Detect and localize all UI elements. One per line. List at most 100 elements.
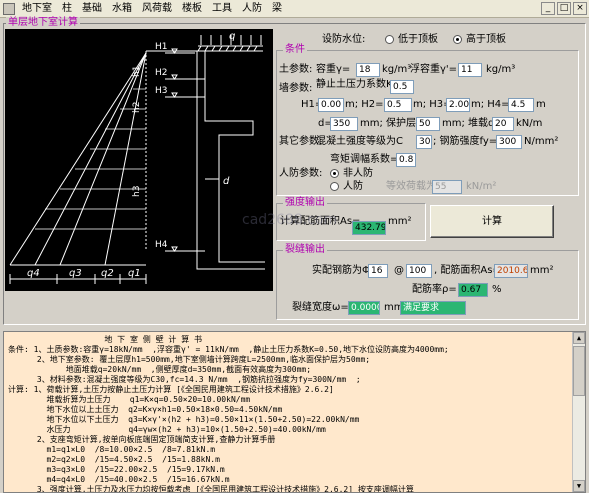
- report-line: 地 下 室 侧 壁 计 算 书: [8, 335, 203, 344]
- water-level-low-radio[interactable]: [385, 35, 394, 44]
- concrete-input[interactable]: 30: [416, 135, 432, 149]
- strength-title: 强度输出: [283, 197, 327, 209]
- minimize-button[interactable]: _: [541, 2, 555, 15]
- earth-coef-input[interactable]: 0.5: [390, 80, 414, 94]
- report-scrollbar[interactable]: ▲ ▼: [572, 332, 585, 492]
- unit-weight-label: 容重γ=: [316, 64, 351, 75]
- cover-input[interactable]: 50: [416, 117, 440, 131]
- moment-input[interactable]: 0.8: [396, 153, 416, 167]
- non-civil-defense-radio[interactable]: [330, 169, 339, 178]
- label-H4: H4: [155, 240, 168, 250]
- scroll-up-icon[interactable]: ▲: [573, 332, 585, 344]
- wall-label: 墙参数:: [279, 83, 313, 94]
- at-label: @: [394, 265, 404, 276]
- crack-width-output: 0.0000: [348, 301, 380, 315]
- report-line: 计算: 1、荷载计算,土压力按静止土压力计算 [《全国民用建筑工程设计技术措施》…: [8, 385, 334, 394]
- report-line: m3=q3×L0 /15=22.00×2.5 /15=9.17kN.m: [8, 465, 225, 474]
- equiv-label: 等效荷载为: [386, 181, 436, 192]
- label-h2: h2: [132, 102, 142, 113]
- ratio-output: 0.67: [458, 283, 488, 297]
- buoyant-input[interactable]: 11: [458, 63, 482, 77]
- calculate-button[interactable]: 计算: [430, 205, 554, 238]
- report-textarea[interactable]: 地 下 室 侧 壁 计 算 书 条件: 1、土质参数:容重γ=18kN/mm ,…: [3, 331, 586, 493]
- label-h3: h3: [132, 186, 142, 197]
- h4-input[interactable]: 4.5: [508, 98, 534, 112]
- bar-spacing-input[interactable]: 100: [406, 264, 432, 278]
- buoyant-unit: kg/m³: [486, 64, 516, 75]
- h2-input[interactable]: 0.5: [384, 98, 412, 112]
- menu-item-foundation[interactable]: 基础: [77, 1, 107, 17]
- bar-diameter-input[interactable]: 16: [368, 264, 388, 278]
- crack-title: 裂缝输出: [283, 244, 327, 256]
- report-line: 3、材料参数:混凝土强度等级为C30,fc=14.3 N/mm ,钢筋抗拉强度为…: [8, 375, 361, 384]
- earth-coef-label: 静止土压力系数K=: [316, 79, 401, 90]
- scroll-down-icon[interactable]: ▼: [573, 480, 585, 492]
- menu-item-tools[interactable]: 工具: [207, 1, 237, 17]
- h4-unit: m: [536, 99, 546, 110]
- watermark: cad2688.com: [242, 212, 338, 228]
- crack-area-unit: mm²: [530, 265, 554, 276]
- report-line: 3、强度计算,土压力及水压力均按恒载考虑 [《全国民用建筑工程设计技术措施》2.…: [8, 485, 414, 493]
- restore-button[interactable]: □: [557, 2, 571, 15]
- water-level-high-radio[interactable]: [453, 35, 462, 44]
- menu-item-civil-defense[interactable]: 人防: [237, 1, 267, 17]
- label-d: d: [223, 176, 230, 187]
- load-input[interactable]: 20: [492, 117, 514, 131]
- report-line: 地下水位以下土压力 q3=K×γ'×(h2 + h3)=0.50×11×(1.5…: [8, 415, 360, 424]
- app-icon[interactable]: [3, 2, 15, 15]
- d-input[interactable]: 350: [330, 117, 358, 131]
- label-H3: H3: [155, 86, 168, 96]
- civil-defense-radio[interactable]: [330, 182, 339, 191]
- steel-input[interactable]: 300: [496, 135, 522, 149]
- menu-item-beam[interactable]: 梁: [267, 1, 287, 17]
- menu-item-wind-load[interactable]: 风荷载: [137, 1, 177, 17]
- label-q3: q3: [69, 268, 82, 279]
- non-civil-defense-label: 非人防: [343, 168, 373, 179]
- report-line: 地面堆载q=20kN/mm ,侧壁厚度d=350mm,截面有效高度为300mm;: [8, 365, 312, 374]
- report-line: 2、地下室参数: 覆土层厚h1=500mm,地下室侧墙计算跨度L=2500mm,…: [8, 355, 371, 364]
- scroll-thumb[interactable]: [573, 346, 585, 396]
- strength-area-output: 432.79: [352, 221, 386, 235]
- ratio-label: 配筋率ρ=: [412, 284, 457, 295]
- unit-weight-input[interactable]: 18: [356, 63, 380, 77]
- load-unit: kN/m: [516, 118, 543, 129]
- civil-defense-label: 人防: [343, 181, 363, 192]
- ratio-unit: %: [492, 284, 502, 295]
- crack-bar-label: 实配钢筋为Φ: [312, 265, 370, 276]
- civil-label: 人防参数:: [279, 168, 323, 179]
- soil-label: 土参数:: [279, 64, 313, 75]
- water-level-label: 设防水位:: [322, 34, 366, 45]
- h3-input[interactable]: 2.00: [446, 98, 470, 112]
- report-line: 条件: 1、土质参数:容重γ=18kN/mm ,浮容重γ' = 11kN/mm …: [8, 345, 449, 354]
- h4-label: m; H4=: [471, 99, 510, 110]
- close-button[interactable]: ×: [573, 2, 587, 15]
- water-level-low-label: 低于顶板: [398, 34, 438, 45]
- crack-width-label: 裂缝宽度ω=: [292, 302, 349, 313]
- window-controls: _ □ ×: [541, 2, 587, 15]
- report-line: 2、支座弯矩计算,按单向板底端固定顶端简支计算,查静力计算手册: [8, 435, 276, 444]
- moment-label: 弯矩调幅系数=: [330, 154, 399, 165]
- unit-weight-unit: kg/m³: [382, 64, 412, 75]
- h1-input[interactable]: 0.00: [318, 98, 344, 112]
- label-q1: q1: [128, 268, 141, 279]
- steel-label: ; 钢筋强度fy=: [433, 136, 498, 147]
- equiv-input: 55: [432, 180, 462, 194]
- menu-item-column[interactable]: 柱: [57, 1, 77, 17]
- menu-bar: 地下室 柱 基础 水箱 风荷载 楼板 工具 人防 梁 _ □ ×: [0, 0, 589, 18]
- menu-item-water-tank[interactable]: 水箱: [107, 1, 137, 17]
- label-H1: H1: [155, 42, 168, 52]
- buoyant-label: 浮容重γ'=: [410, 64, 458, 75]
- steel-unit: N/mm²: [524, 136, 559, 147]
- report-line: 地下水位以上土压力 q2=K×γ×h1=0.50×18×0.50=4.50kN/…: [8, 405, 283, 414]
- water-level-high-label: 高于顶板: [466, 34, 506, 45]
- crack-area-output: 2010.6: [494, 264, 528, 278]
- crack-status-output: 满足要求: [400, 301, 466, 315]
- equiv-unit: kN/m²: [466, 181, 497, 192]
- wall-diagram-svg: q H1 H2 H3 H4 h1 h2 h3 d q4 q3 q2 q1: [9, 31, 265, 284]
- label-q4: q4: [27, 268, 40, 279]
- report-line: m1=q1×L0 /8=10.00×2.5 /8=7.81kN.m: [8, 445, 216, 454]
- report-line: m2=q2×L0 /15=4.50×2.5 /15=1.88kN.m: [8, 455, 220, 464]
- menu-item-basement[interactable]: 地下室: [17, 1, 57, 17]
- report-line: m4=q4×L0 /15=40.00×2.5 /15=16.67kN.m: [8, 475, 230, 484]
- menu-item-slab[interactable]: 楼板: [177, 1, 207, 17]
